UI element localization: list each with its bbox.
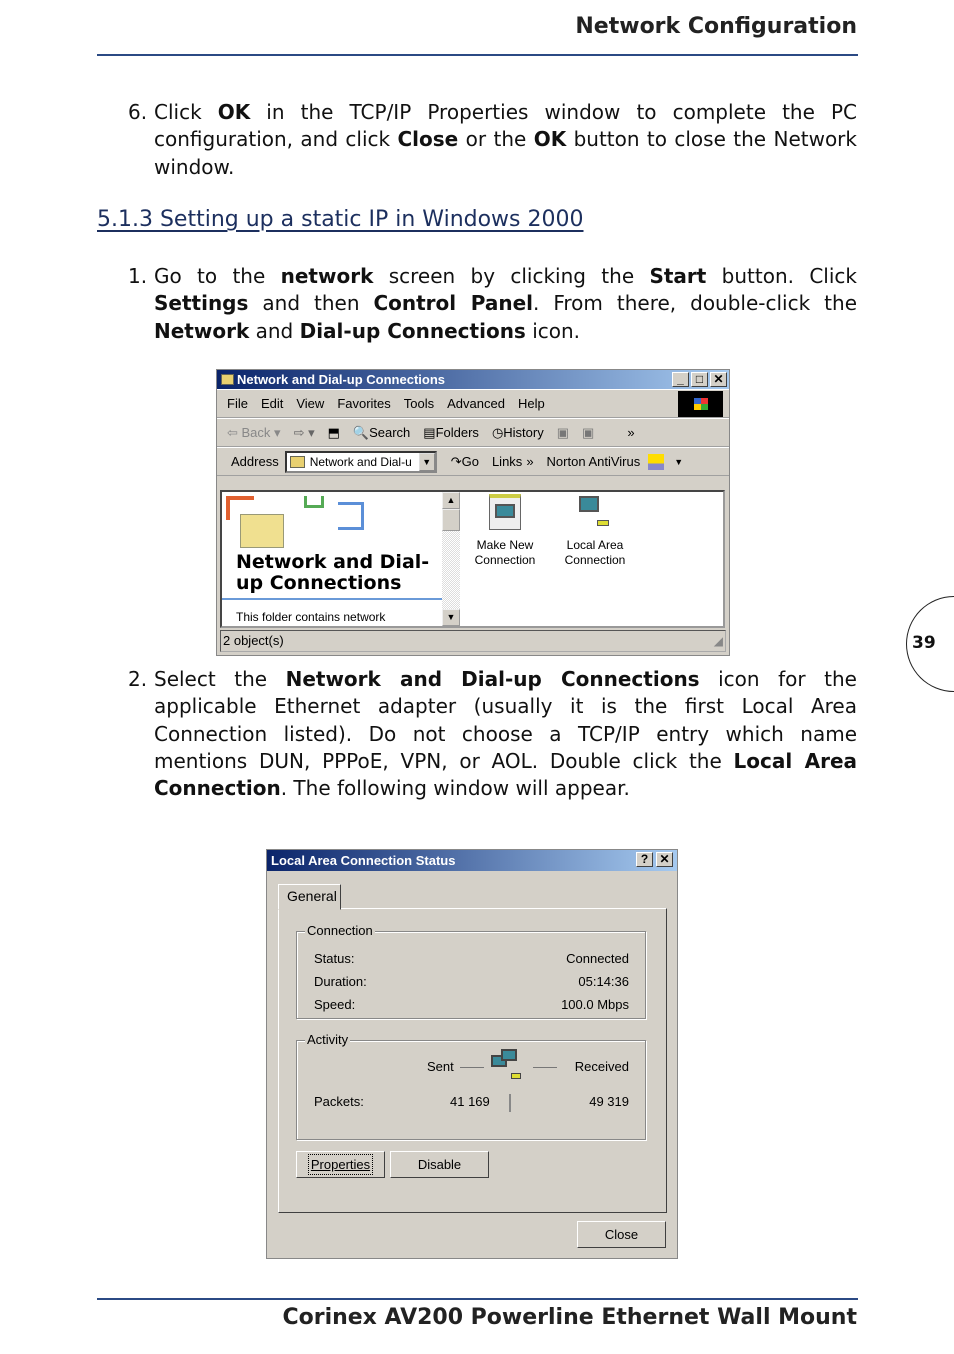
status-bar: 2 object(s) ◢: [220, 630, 726, 652]
status-row: Status: Connected: [314, 951, 629, 966]
menu-edit[interactable]: Edit: [261, 396, 283, 411]
close-button[interactable]: Close: [577, 1221, 666, 1248]
menu-help[interactable]: Help: [518, 396, 545, 411]
title-bar: Local Area Connection Status ? ✕: [267, 850, 677, 871]
title-bar: Network and Dial-up Connections _ □ ✕: [217, 370, 729, 389]
address-input[interactable]: Network and Dial-u ▼: [284, 450, 437, 473]
network-connections-window: Network and Dial-up Connections _ □ ✕ Fi…: [216, 369, 730, 656]
vertical-scrollbar[interactable]: ▲ ▼: [442, 492, 460, 626]
go-button[interactable]: ↷Go: [451, 454, 479, 470]
step-number: 2.: [128, 667, 148, 691]
disable-button[interactable]: Disable: [390, 1151, 489, 1178]
close-x-button[interactable]: ✕: [656, 852, 673, 867]
norton-antivirus-button[interactable]: Norton AntiVirus: [547, 454, 641, 469]
menu-advanced[interactable]: Advanced: [447, 396, 505, 411]
folder-icon: [221, 374, 234, 385]
move-to-icon[interactable]: ▣: [557, 425, 569, 441]
local-area-connection-icon: [577, 494, 613, 530]
panel-description: This folder contains network: [236, 610, 386, 624]
received-label: Received: [574, 1059, 629, 1074]
local-area-connection-status-dialog: Local Area Connection Status ? ✕ General…: [266, 849, 678, 1259]
step-2-text: Select the Network and Dial-up Connectio…: [154, 667, 858, 801]
local-area-connection-item[interactable]: Local Area Connection: [558, 494, 632, 568]
panel-title: Network and Dial-up Connections: [236, 551, 430, 594]
step-6-text: Click OK in the TCP/IP Properties window…: [154, 100, 857, 179]
received-packets: 49 319: [589, 1094, 629, 1109]
connection-group: Connection Status: Connected Duration: 05:…: [296, 923, 646, 1019]
header-rule: [97, 54, 858, 56]
copy-to-icon[interactable]: ▣: [582, 425, 594, 441]
toolbar: ⇦ Back ▾ ⇨ ▾ ⬒ 🔍Search ▤Folders ◷History…: [217, 418, 729, 447]
minimize-button[interactable]: _: [672, 372, 689, 387]
windows-logo-icon: [678, 391, 723, 417]
maximize-button[interactable]: □: [691, 372, 708, 387]
back-button[interactable]: ⇦ Back ▾: [227, 425, 281, 441]
address-dropdown-button[interactable]: ▼: [418, 452, 435, 471]
resize-grip-icon[interactable]: ◢: [714, 631, 723, 651]
menu-view[interactable]: View: [296, 396, 324, 411]
menu-bar: File Edit View Favorites Tools Advanced Help: [217, 389, 729, 418]
links-button[interactable]: Links: [492, 454, 522, 469]
page-number: 39: [912, 633, 936, 653]
section-heading: 5.1.3 Setting up a static IP in Windows …: [97, 207, 584, 232]
up-folder-icon[interactable]: ⬒: [328, 425, 340, 441]
tab-general[interactable]: General: [278, 884, 341, 910]
footer-rule: [97, 1298, 858, 1300]
step-number: 1.: [128, 264, 148, 288]
menu-file[interactable]: File: [227, 396, 248, 411]
step-1-text: Go to the network screen by clicking the…: [154, 264, 857, 343]
scrollbar-thumb[interactable]: [442, 509, 460, 531]
search-button[interactable]: 🔍Search: [353, 425, 410, 441]
help-button[interactable]: ?: [636, 852, 653, 867]
address-label: Address: [231, 454, 279, 469]
history-button[interactable]: ◷History: [492, 425, 544, 441]
links-chevron-icon[interactable]: »: [526, 454, 533, 469]
duration-row: Duration: 05:14:36: [314, 974, 629, 989]
activity-group: Activity Sent Received Packets: 41 169 4…: [296, 1032, 646, 1140]
running-header: Network Configuration: [575, 14, 857, 39]
web-view-panel: Network and Dial-up Connections This fol…: [222, 492, 442, 626]
network-activity-icon: [491, 1049, 527, 1083]
sent-label: Sent: [427, 1059, 454, 1074]
address-bar: Address Network and Dial-u ▼ ↷Go Links» …: [217, 447, 729, 476]
make-new-connection-icon: [489, 494, 521, 530]
speed-row: Speed: 100.0 Mbps: [314, 997, 629, 1012]
make-new-connection-item[interactable]: Make New Connection: [468, 494, 542, 568]
step-number: 6.: [128, 100, 148, 124]
tab-panel: Connection Status: Connected Duration: 05:…: [278, 908, 667, 1213]
folders-button[interactable]: ▤Folders: [423, 425, 479, 441]
network-folder-graphic: [226, 496, 366, 548]
folder-view: Network and Dial-up Connections This fol…: [220, 490, 725, 628]
menu-favorites[interactable]: Favorites: [337, 396, 390, 411]
running-footer: Corinex AV200 Powerline Ethernet Wall Mo…: [282, 1305, 857, 1330]
sent-packets: 41 169: [450, 1094, 490, 1109]
norton-icon[interactable]: [648, 453, 665, 470]
norton-dropdown-icon[interactable]: ▼: [674, 457, 683, 467]
forward-button[interactable]: ⇨ ▾: [294, 425, 315, 441]
close-button[interactable]: ✕: [710, 372, 727, 387]
network-folder-icon: [289, 455, 305, 468]
properties-button[interactable]: Properties: [296, 1151, 385, 1178]
more-chevron-icon[interactable]: »: [627, 425, 634, 440]
page-number-tab: 39: [906, 596, 954, 692]
menu-tools[interactable]: Tools: [404, 396, 434, 411]
packets-label: Packets:: [314, 1094, 364, 1109]
